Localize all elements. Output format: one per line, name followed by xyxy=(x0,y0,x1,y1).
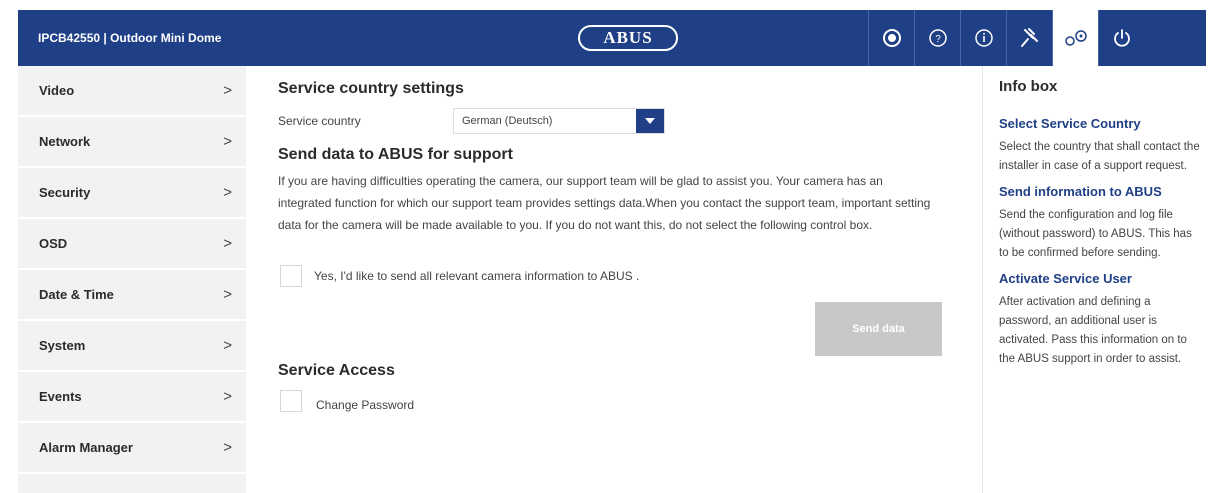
service-access-heading: Service Access xyxy=(278,362,395,379)
chevron-right-icon: > xyxy=(223,388,232,405)
settings-button[interactable] xyxy=(1052,10,1098,66)
sidebar-item-system[interactable]: System > xyxy=(18,321,246,372)
send-info-checkbox[interactable] xyxy=(280,265,302,287)
chevron-right-icon: > xyxy=(223,337,232,354)
sidebar-item-label: System xyxy=(39,338,86,353)
svg-text:?: ? xyxy=(935,34,941,45)
sidebar-item-network[interactable]: Network > xyxy=(18,117,246,168)
info-text-service-country: Select the country that shall contact th… xyxy=(999,141,1200,172)
sidebar-item-alarm-manager[interactable]: Alarm Manager > xyxy=(18,423,246,474)
sidebar-item-events[interactable]: Events > xyxy=(18,372,246,423)
sidebar-item-label: Alarm Manager xyxy=(39,440,133,455)
device-model-title: IPCB42550 | Outdoor Mini Dome xyxy=(38,31,222,45)
lens-icon xyxy=(882,29,901,47)
sidebar-item-osd[interactable]: OSD > xyxy=(18,219,246,270)
change-password-label: Change Password xyxy=(316,398,415,412)
abus-logo: ABUS xyxy=(578,25,678,51)
info-heading-service-user: Activate Service User xyxy=(999,271,1132,286)
service-country-heading: Service country settings xyxy=(278,80,464,97)
send-data-button[interactable]: Send data xyxy=(815,302,942,356)
chevron-right-icon: > xyxy=(223,439,232,456)
info-button[interactable] xyxy=(960,10,1006,66)
service-country-select[interactable]: German (Deutsch) xyxy=(453,108,665,134)
sidebar-item-date-time[interactable]: Date & Time > xyxy=(18,270,246,321)
sidebar-item-label: Events xyxy=(39,389,82,404)
service-country-label: Service country xyxy=(278,114,361,128)
send-info-checkbox-label: Yes, I'd like to send all relevant camer… xyxy=(314,269,640,283)
info-text-send-information: Send the configuration and log file (wit… xyxy=(999,209,1192,259)
help-button[interactable]: ? xyxy=(914,10,960,66)
info-icon xyxy=(974,29,993,47)
support-heading: Send data to ABUS for support xyxy=(278,146,513,163)
sidebar-item-label: Security xyxy=(39,185,91,200)
info-heading-service-country: Select Service Country xyxy=(999,116,1141,131)
sidebar-item-video[interactable]: Video > xyxy=(18,66,246,117)
chevron-right-icon: > xyxy=(223,235,232,252)
support-description: If you are having difficulties operating… xyxy=(278,174,931,232)
pin-icon xyxy=(1020,28,1038,47)
chevron-right-icon: > xyxy=(223,133,232,150)
settings-icon xyxy=(1064,30,1087,46)
top-bar: IPCB42550 | Outdoor Mini Dome ABUS ? xyxy=(18,10,1206,66)
lens-button[interactable] xyxy=(868,10,914,66)
power-button[interactable] xyxy=(1098,10,1144,66)
service-country-value: German (Deutsch) xyxy=(462,115,553,127)
sidebar-item-security[interactable]: Security > xyxy=(18,168,246,219)
info-box-title: Info box xyxy=(999,78,1058,95)
sidebar-item-label: Network xyxy=(39,134,91,149)
pin-button[interactable] xyxy=(1006,10,1052,66)
chevron-right-icon: > xyxy=(223,184,232,201)
change-password-checkbox[interactable] xyxy=(280,390,302,412)
info-text-service-user: After activation and defining a password… xyxy=(999,296,1187,365)
info-heading-send-information: Send information to ABUS xyxy=(999,184,1162,199)
chevron-right-icon: > xyxy=(223,286,232,303)
sidebar-nav: Video > Network > Security > OSD > Date … xyxy=(18,66,246,493)
sidebar-item-label: Video xyxy=(39,83,75,98)
power-icon xyxy=(1113,29,1130,47)
info-box: Info box Select Service Country Select t… xyxy=(982,66,1217,493)
sidebar-item-label: OSD xyxy=(39,236,68,251)
sidebar-item-label: Date & Time xyxy=(39,287,114,302)
chevron-right-icon: > xyxy=(223,82,232,99)
help-icon: ? xyxy=(928,29,947,47)
dropdown-arrow-icon[interactable] xyxy=(636,109,664,133)
